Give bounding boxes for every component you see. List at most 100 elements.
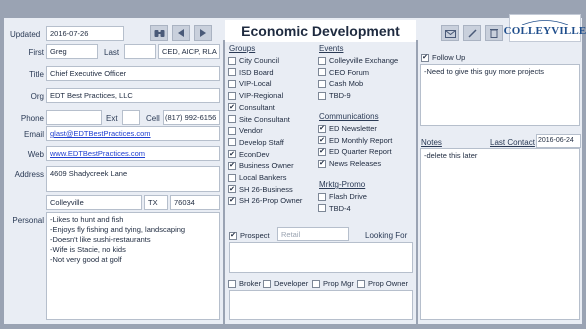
events-heading: Events bbox=[319, 44, 344, 53]
checkbox-box: ✔ bbox=[318, 159, 326, 168]
cell-field[interactable]: (817) 992-6156 bbox=[163, 110, 220, 125]
first-label: First bbox=[28, 48, 44, 57]
checkbox-item-site-consultant[interactable]: Site Consultant bbox=[228, 114, 290, 125]
checkbox-label: CEO Forum bbox=[329, 67, 370, 77]
personal-line: -Likes to hunt and fish bbox=[50, 215, 124, 224]
checkbox-box bbox=[318, 79, 326, 88]
checkbox-item-news-releases[interactable]: ✔ News Releases bbox=[318, 158, 381, 169]
notes-field[interactable]: -delete this later bbox=[420, 148, 580, 320]
checkbox-item-flash-drive[interactable]: Flash Drive bbox=[318, 191, 367, 202]
checkbox-item-isd-board[interactable]: ISD Board bbox=[228, 67, 274, 78]
personal-line: -Wife is Stacie, no kids bbox=[50, 245, 126, 254]
personal-label: Personal bbox=[12, 216, 44, 225]
checkbox-item-developer[interactable]: Developer bbox=[263, 278, 308, 289]
updated-field[interactable]: 2016-07-26 bbox=[46, 26, 124, 41]
zip-field[interactable]: 76034 bbox=[170, 195, 220, 210]
checkbox-label: Vendor bbox=[239, 126, 263, 136]
previous-record-button[interactable] bbox=[172, 25, 190, 41]
checkbox-item-econdev[interactable]: ✔ EconDev bbox=[228, 149, 269, 160]
checkbox-box bbox=[318, 91, 326, 100]
checkbox-box: ✔ bbox=[228, 161, 236, 170]
suffix-field[interactable]: CED, AICP, RLA bbox=[158, 44, 220, 59]
checkbox-label: Local Bankers bbox=[239, 173, 287, 182]
follow-up-note-field[interactable]: -Need to give this guy more projects bbox=[420, 64, 580, 126]
personal-line: -Doesn't like sushi-restaurants bbox=[50, 235, 151, 244]
page-title: Economic Development bbox=[225, 20, 416, 42]
binoculars-icon bbox=[154, 29, 164, 37]
looking-for-field[interactable] bbox=[229, 242, 413, 273]
checkbox-item-city-council[interactable]: City Council bbox=[228, 55, 279, 66]
checkbox-item-prop-owner[interactable]: Prop Owner bbox=[357, 278, 408, 289]
checkbox-box: ✔ bbox=[228, 103, 236, 112]
phone-label: Phone bbox=[20, 114, 44, 123]
ext-field[interactable] bbox=[122, 110, 140, 125]
checkbox-label: Develop Staff bbox=[239, 137, 284, 147]
next-record-button[interactable] bbox=[194, 25, 212, 41]
checkbox-item-develop-staff[interactable]: Develop Staff bbox=[228, 137, 284, 148]
checkbox-label: TBD-9 bbox=[329, 91, 351, 101]
prospect-checkbox[interactable]: ✔ Prospect bbox=[229, 230, 270, 241]
checkbox-box: ✔ bbox=[228, 196, 236, 205]
checkbox-box bbox=[228, 138, 236, 147]
prospect-notes-field[interactable] bbox=[229, 290, 413, 320]
find-button[interactable] bbox=[150, 25, 168, 41]
checkbox-item-cash-mob[interactable]: Cash Mob bbox=[318, 78, 363, 89]
address-field[interactable]: 4609 Shadycreek Lane bbox=[46, 166, 220, 192]
checkbox-label: Prop Owner bbox=[368, 279, 409, 288]
email-field[interactable]: glast@EDTBestPractices.com bbox=[46, 126, 220, 141]
updated-label: Updated bbox=[10, 30, 41, 39]
checkbox-item-local-bankers[interactable]: Local Bankers bbox=[228, 172, 287, 183]
last-name-field[interactable] bbox=[124, 44, 156, 59]
checkbox-label: Flash Drive bbox=[329, 192, 367, 201]
checkbox-label: ISD Board bbox=[239, 67, 274, 77]
org-field[interactable]: EDT Best Practices, LLC bbox=[46, 88, 220, 103]
checkbox-item-sh-26-business[interactable]: ✔ SH 26-Business bbox=[228, 184, 293, 195]
checkbox-item-sh-26-prop-owner[interactable]: ✔ SH 26-Prop Owner bbox=[228, 195, 302, 206]
checkbox-item-broker[interactable]: Broker bbox=[228, 278, 261, 289]
last-contact-field[interactable]: 2016-06-24 bbox=[536, 134, 581, 148]
checkbox-label: VIP-Regional bbox=[239, 91, 284, 101]
checkbox-label: SH 26-Prop Owner bbox=[239, 196, 303, 206]
checkbox-box bbox=[228, 91, 236, 100]
email-icon bbox=[444, 29, 456, 38]
retail-field[interactable]: Retail bbox=[277, 227, 349, 241]
title-field[interactable]: Chief Executive Officer bbox=[46, 66, 220, 81]
city-field[interactable]: Colleyville bbox=[46, 195, 142, 210]
state-field[interactable]: TX bbox=[144, 195, 168, 210]
checkbox-box: ✔ bbox=[228, 185, 236, 194]
checkbox-item-vip-local[interactable]: VIP-Local bbox=[228, 78, 272, 89]
checkbox-item-ed-monthly-report[interactable]: ✔ ED Monthly Report bbox=[318, 135, 392, 146]
org-label: Org bbox=[30, 92, 44, 101]
delete-button[interactable] bbox=[485, 25, 503, 41]
follow-up-note-text: -Need to give this guy more projects bbox=[424, 67, 545, 76]
checkbox-item-consultant[interactable]: ✔ Consultant bbox=[228, 102, 275, 113]
checkbox-item-tbd-4[interactable]: TBD-4 bbox=[318, 203, 351, 214]
last-label: Last bbox=[104, 48, 120, 57]
first-name-field[interactable]: Greg bbox=[46, 44, 98, 59]
checkbox-label: Cash Mob bbox=[329, 79, 364, 89]
checkbox-item-vendor[interactable]: Vendor bbox=[228, 125, 263, 136]
checkbox-label: City Council bbox=[239, 56, 280, 65]
follow-up-checkbox[interactable]: ✔ Follow Up bbox=[421, 52, 465, 63]
checkbox-item-ceo-forum[interactable]: CEO Forum bbox=[318, 67, 369, 78]
checkbox-item-business-owner[interactable]: ✔ Business Owner bbox=[228, 160, 294, 171]
checkbox-item-prop-mgr[interactable]: Prop Mgr bbox=[312, 278, 354, 289]
web-field[interactable]: www.EDTBestPractices.com bbox=[46, 146, 220, 161]
last-contact-label: Last Contact bbox=[490, 138, 535, 147]
checkbox-box bbox=[228, 279, 236, 288]
edit-button[interactable] bbox=[463, 25, 481, 41]
follow-up-label: Follow Up bbox=[432, 53, 466, 62]
checkbox-box bbox=[228, 115, 236, 123]
phone-field[interactable] bbox=[46, 110, 102, 125]
web-label: Web bbox=[27, 150, 44, 159]
email-button[interactable] bbox=[441, 25, 459, 41]
checkbox-label: Colleyville Exchange bbox=[329, 56, 399, 65]
checkbox-item-ed-newsletter[interactable]: ✔ ED Newsletter bbox=[318, 123, 377, 134]
personal-notes-field[interactable]: -Likes to hunt and fish -Enjoys fly fish… bbox=[46, 212, 220, 320]
checkbox-box bbox=[228, 79, 236, 88]
checkbox-item-ed-quarter-report[interactable]: ✔ ED Quarter Report bbox=[318, 146, 392, 157]
checkbox-item-tbd-9[interactable]: TBD-9 bbox=[318, 90, 351, 101]
checkbox-item-colleyville-exchange[interactable]: Colleyville Exchange bbox=[318, 55, 398, 66]
checkbox-label: Consultant bbox=[239, 102, 275, 112]
checkbox-item-vip-regional[interactable]: VIP-Regional bbox=[228, 90, 283, 101]
